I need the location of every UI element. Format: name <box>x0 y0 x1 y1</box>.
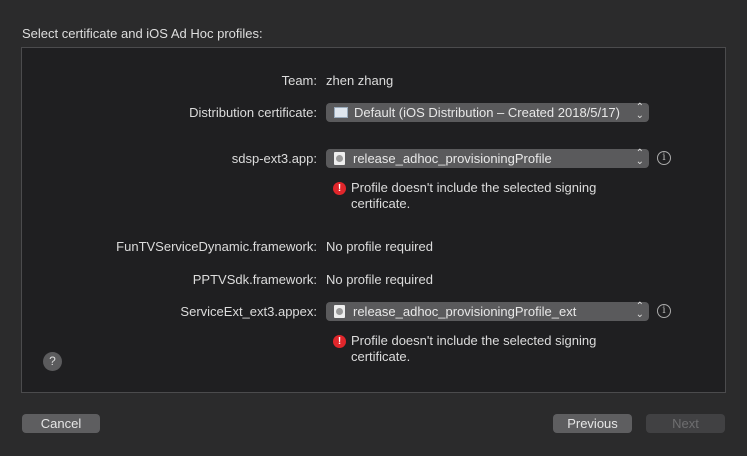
profile-icon <box>334 152 345 165</box>
help-button[interactable]: ? <box>43 352 62 371</box>
app-label: sdsp-ext3.app: <box>231 151 317 166</box>
pptv-label: PPTVSdk.framework: <box>192 272 317 287</box>
app-profile-error: ! Profile doesn't include the selected s… <box>333 180 633 212</box>
funtv-label: FunTVServiceDynamic.framework: <box>116 239 317 254</box>
certificate-popup[interactable]: Default (iOS Distribution – Created 2018… <box>326 103 649 122</box>
appex-profile-value: release_adhoc_provisioningProfile_ext <box>353 304 577 319</box>
info-icon[interactable]: i <box>657 304 671 318</box>
team-label: Team: <box>281 73 317 88</box>
info-icon[interactable]: i <box>657 151 671 165</box>
dialog-title: Select certificate and iOS Ad Hoc profil… <box>22 26 263 41</box>
certificate-label: Distribution certificate: <box>189 105 317 120</box>
cancel-button[interactable]: Cancel <box>22 414 100 433</box>
next-button[interactable]: Next <box>646 414 725 433</box>
chevron-updown-icon: ⌃ ⌄ <box>635 301 644 320</box>
appex-label: ServiceExt_ext3.appex: <box>180 304 317 319</box>
certificate-icon <box>334 107 348 118</box>
error-icon: ! <box>333 182 346 195</box>
funtv-value: No profile required <box>326 239 433 254</box>
app-profile-popup[interactable]: release_adhoc_provisioningProfile ⌃ ⌄ <box>326 149 649 168</box>
app-profile-value: release_adhoc_provisioningProfile <box>353 151 552 166</box>
profile-icon <box>334 305 345 318</box>
certificate-value: Default (iOS Distribution – Created 2018… <box>354 105 620 120</box>
error-icon: ! <box>333 335 346 348</box>
previous-button[interactable]: Previous <box>553 414 632 433</box>
chevron-updown-icon: ⌃ ⌄ <box>635 102 644 121</box>
appex-profile-popup[interactable]: release_adhoc_provisioningProfile_ext ⌃ ⌄ <box>326 302 649 321</box>
chevron-updown-icon: ⌃ ⌄ <box>635 148 644 167</box>
appex-profile-error: ! Profile doesn't include the selected s… <box>333 333 633 365</box>
pptv-value: No profile required <box>326 272 433 287</box>
team-value: zhen zhang <box>326 73 394 88</box>
